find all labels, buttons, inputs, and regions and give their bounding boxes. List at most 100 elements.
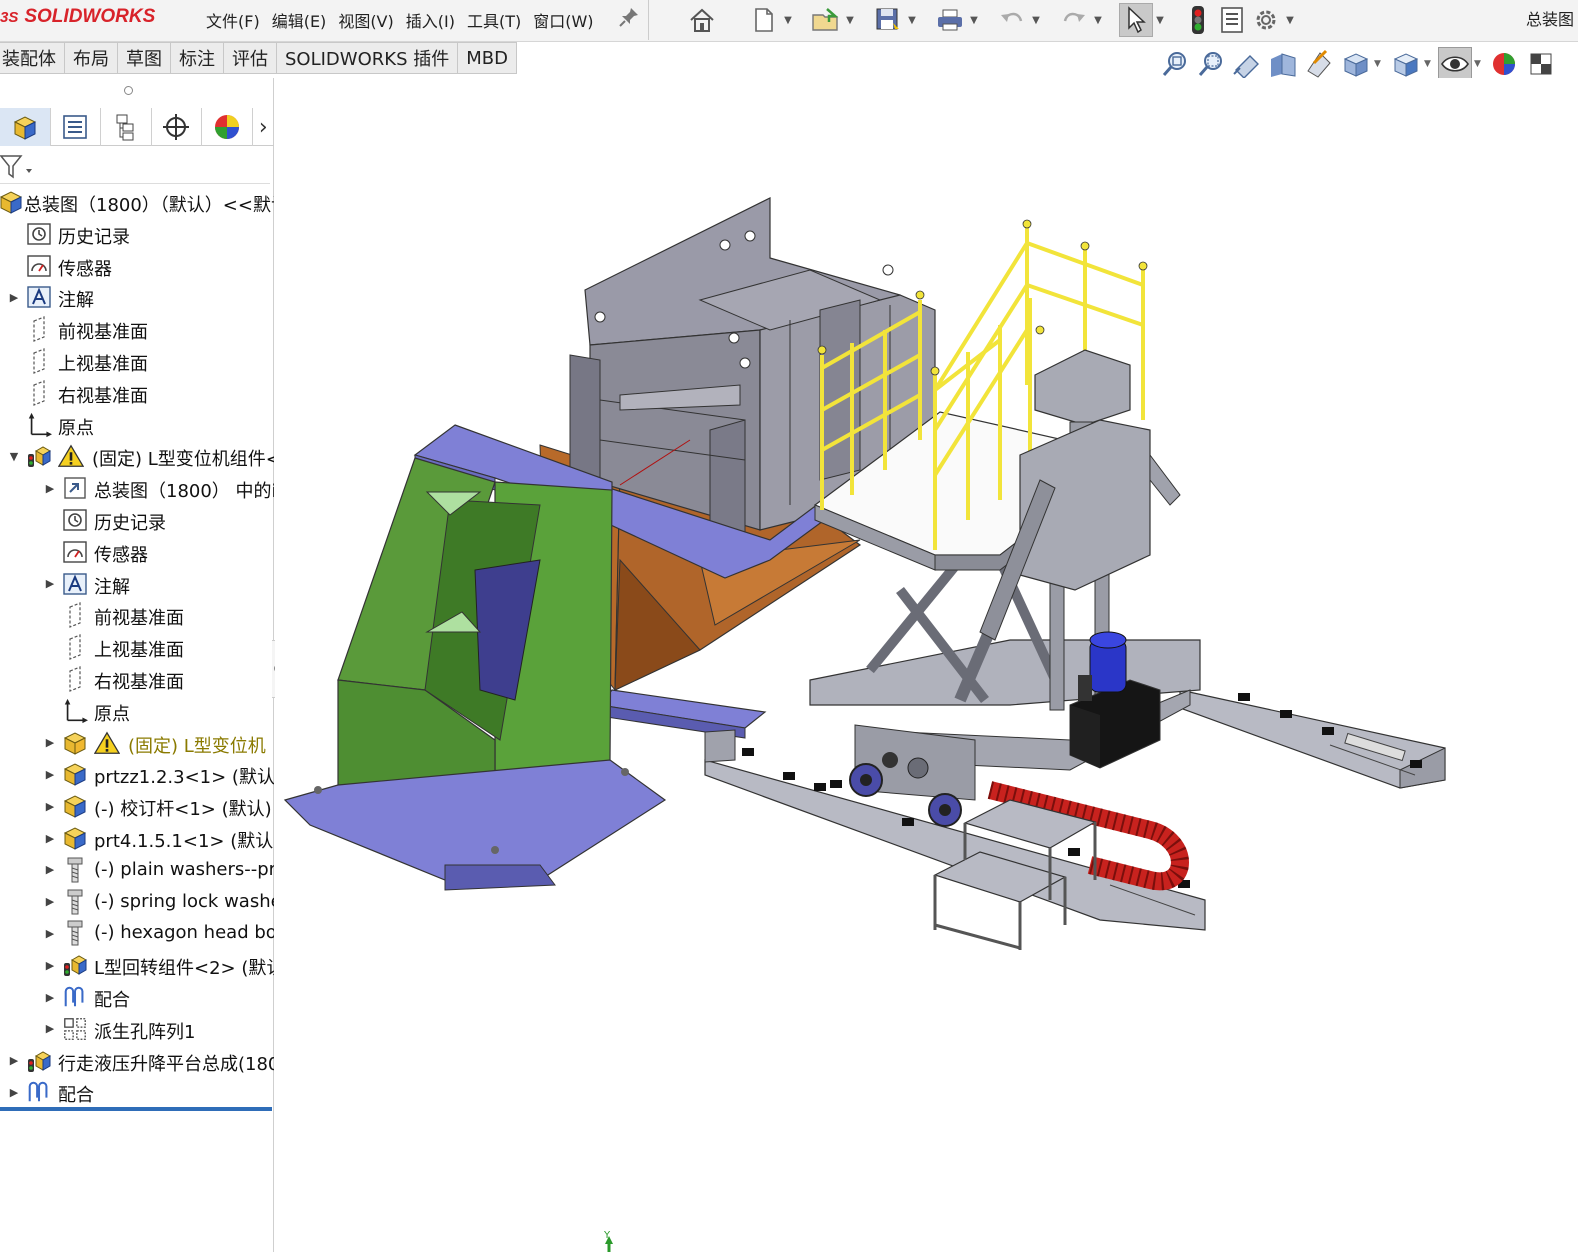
tab-evaluate[interactable]: 评估	[224, 42, 277, 74]
save-icon[interactable]	[871, 3, 905, 37]
floor-rail-right[interactable]	[1179, 689, 1446, 789]
assembly-model-view[interactable]	[275, 78, 1578, 1252]
expand-arrow-icon[interactable]: ▶	[44, 758, 56, 790]
tree-node[interactable]: ▶ 注解	[0, 568, 274, 600]
expand-arrow-icon[interactable]: ▶	[44, 790, 56, 822]
open-dropdown-icon[interactable]: ▼	[843, 3, 857, 37]
tree-node[interactable]: 上视基准面	[0, 345, 274, 377]
tree-node[interactable]: ▶ (-) spring lock washe	[0, 886, 274, 918]
tab-markup[interactable]: 标注	[171, 42, 224, 74]
print-dropdown-icon[interactable]: ▼	[967, 3, 981, 37]
tree-node[interactable]: ▶ prt4.1.5.1<1> (默认)	[0, 822, 274, 854]
expand-arrow-icon[interactable]: ▶	[44, 917, 56, 949]
display-style-icon[interactable]	[1388, 47, 1422, 81]
dynamic-annotation-icon[interactable]	[1302, 47, 1336, 81]
tree-node[interactable]: ▼ (固定) L型变位机组件<	[0, 440, 274, 472]
view-orientation-dropdown-icon[interactable]: ▼	[1374, 59, 1386, 69]
tree-node[interactable]: 前视基准面	[0, 599, 274, 631]
tree-node[interactable]: 历史记录	[0, 504, 274, 536]
undo-dropdown-icon[interactable]: ▼	[1029, 3, 1043, 37]
dimxpertmanager-tab-icon[interactable]	[152, 108, 203, 146]
new-document-icon[interactable]	[747, 3, 781, 37]
expand-arrow-icon[interactable]: ▶	[8, 281, 20, 313]
displaymanager-tab-icon[interactable]	[202, 108, 253, 146]
expand-arrow-icon[interactable]: ▶	[44, 472, 56, 504]
zoom-to-fit-icon[interactable]	[1158, 47, 1192, 81]
home-icon[interactable]	[685, 3, 719, 37]
tree-node[interactable]: ▶ 派生孔阵列1	[0, 1013, 274, 1045]
select-dropdown-icon[interactable]: ▼	[1153, 3, 1167, 37]
tree-node[interactable]: 总装图（1800）（默认）<<默认	[0, 186, 274, 218]
tree-filter[interactable]	[0, 148, 270, 184]
previous-view-icon[interactable]	[1230, 47, 1264, 81]
tab-solidworks-addins[interactable]: SOLIDWORKS 插件	[277, 42, 459, 74]
tab-assembly[interactable]: 装配体	[0, 42, 65, 74]
rebuild-traffic-light-icon[interactable]	[1181, 3, 1215, 37]
expand-arrow-icon[interactable]: ▶	[44, 568, 56, 600]
display-style-dropdown-icon[interactable]: ▼	[1424, 59, 1436, 69]
edit-appearance-icon[interactable]	[1488, 47, 1522, 81]
hide-show-items-icon[interactable]	[1438, 47, 1472, 81]
propertymanager-tab-icon[interactable]	[51, 108, 102, 146]
expand-arrow-icon[interactable]: ▶	[44, 1013, 56, 1045]
zoom-to-area-icon[interactable]	[1194, 47, 1228, 81]
menu-window[interactable]: 窗口(W)	[527, 6, 599, 34]
expand-arrow-icon[interactable]: ▶	[44, 822, 56, 854]
tree-node[interactable]: 右视基准面	[0, 663, 274, 695]
view-orientation-icon[interactable]	[1338, 47, 1372, 81]
file-properties-icon[interactable]	[1215, 3, 1249, 37]
tree-node[interactable]: ▶ 行走液压升降平台总成(180	[0, 1045, 274, 1077]
print-icon[interactable]	[933, 3, 967, 37]
open-icon[interactable]	[809, 3, 843, 37]
tree-node[interactable]: ▶ (-) hexagon head bol	[0, 917, 274, 949]
expand-arrow-icon[interactable]: ▶	[44, 727, 56, 759]
graphics-area[interactable]: Y X Z	[275, 78, 1578, 1252]
redo-icon[interactable]	[1057, 3, 1091, 37]
tree-node[interactable]: 传感器	[0, 536, 274, 568]
collapse-arrow-icon[interactable]: ▼	[8, 440, 20, 472]
tree-node[interactable]: ▶ 配合	[0, 981, 274, 1013]
new-dropdown-icon[interactable]: ▼	[781, 3, 795, 37]
more-tabs-chevron-icon[interactable]: ›	[253, 108, 274, 146]
save-dropdown-icon[interactable]: ▼	[905, 3, 919, 37]
tree-node[interactable]: ▶ 注解	[0, 281, 274, 313]
menu-view[interactable]: 视图(V)	[332, 6, 399, 34]
menu-insert[interactable]: 插入(I)	[400, 6, 461, 34]
section-view-icon[interactable]	[1266, 47, 1300, 81]
expand-arrow-icon[interactable]: ▶	[44, 949, 56, 981]
expand-arrow-icon[interactable]: ▶	[44, 886, 56, 918]
tree-node[interactable]: 右视基准面	[0, 377, 274, 409]
select-cursor-icon[interactable]	[1119, 3, 1153, 37]
expand-arrow-icon[interactable]: ▶	[44, 981, 56, 1013]
undo-icon[interactable]	[995, 3, 1029, 37]
tree-node[interactable]: 前视基准面	[0, 313, 274, 345]
tree-node[interactable]: ▶ prtzz1.2.3<1> (默认)	[0, 758, 274, 790]
tree-node[interactable]: ▶ 配合	[0, 1076, 274, 1108]
hide-show-dropdown-icon[interactable]: ▼	[1474, 59, 1486, 69]
redo-dropdown-icon[interactable]: ▼	[1091, 3, 1105, 37]
tab-layout[interactable]: 布局	[65, 42, 118, 74]
panel-split-handle[interactable]	[124, 86, 133, 95]
filter-icon[interactable]	[0, 154, 36, 185]
apply-scene-icon[interactable]	[1524, 47, 1558, 81]
pin-menu-icon[interactable]	[618, 6, 640, 28]
expand-arrow-icon[interactable]: ▶	[8, 1076, 20, 1108]
tree-node[interactable]: ▶ (-) 校订杆<1> (默认)	[0, 790, 274, 822]
tree-node[interactable]: 原点	[0, 409, 274, 441]
tree-node[interactable]: ▶ (-) plain washers--pr	[0, 854, 274, 886]
expand-arrow-icon[interactable]: ▶	[44, 854, 56, 886]
expand-arrow-icon[interactable]: ▶	[8, 1045, 20, 1077]
menu-tools[interactable]: 工具(T)	[461, 6, 527, 34]
tree-node[interactable]: 上视基准面	[0, 631, 274, 663]
tree-node[interactable]: ▶ 总装图（1800） 中的i	[0, 472, 274, 504]
solidworks-logo[interactable]: 3S SOLIDWORKS	[0, 4, 155, 30]
tree-node[interactable]: ▶ (固定) L型变位机	[0, 727, 274, 759]
options-dropdown-icon[interactable]: ▼	[1283, 3, 1297, 37]
configurationmanager-tab-icon[interactable]	[101, 108, 152, 146]
options-gear-icon[interactable]	[1249, 3, 1283, 37]
tree-node[interactable]: 传感器	[0, 250, 274, 282]
featuremanager-tab-icon[interactable]	[0, 108, 51, 146]
tab-mbd[interactable]: MBD	[458, 42, 517, 74]
tree-node[interactable]: 历史记录	[0, 218, 274, 250]
positioner-rail[interactable]	[598, 689, 767, 739]
